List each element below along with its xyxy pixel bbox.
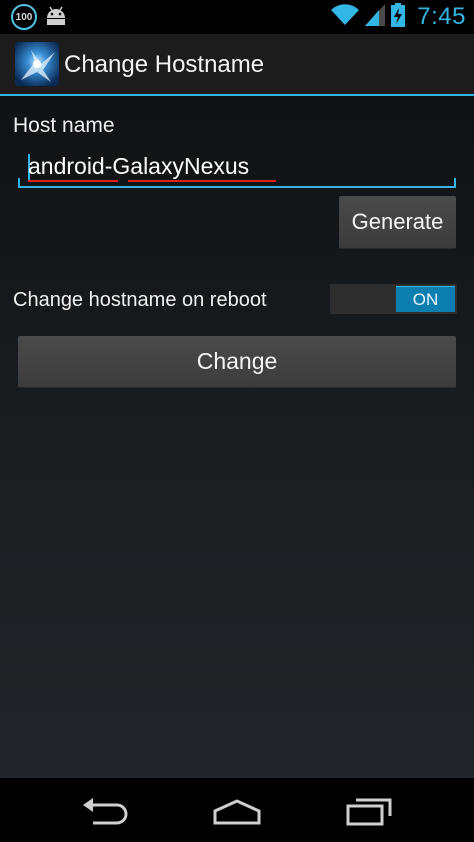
- clock: 7:45: [417, 3, 466, 30]
- toggle-on-thumb: ON: [396, 286, 455, 312]
- change-on-reboot-label: Change hostname on reboot: [13, 289, 267, 311]
- main-content: Host name android-GalaxyNexus Generate C…: [0, 96, 474, 778]
- battery-charging-icon: [391, 2, 406, 32]
- signal-icon: [365, 3, 386, 31]
- app-icon[interactable]: [15, 42, 59, 86]
- generate-button[interactable]: Generate: [339, 196, 456, 249]
- action-bar: Change Hostname: [0, 34, 474, 96]
- navigation-bar: [0, 778, 474, 842]
- spellcheck-underline: [128, 180, 276, 182]
- change-on-reboot-toggle[interactable]: ON: [330, 284, 457, 314]
- status-bar: 100 7:45: [0, 0, 474, 34]
- page-title: Change Hostname: [64, 51, 265, 78]
- hostname-value[interactable]: android-GalaxyNexus: [28, 153, 249, 180]
- battery-100-badge-icon: 100: [11, 4, 37, 30]
- host-name-label: Host name: [13, 114, 115, 137]
- home-icon[interactable]: [207, 794, 267, 828]
- hostname-input[interactable]: android-GalaxyNexus: [18, 148, 456, 188]
- android-debug-icon: [44, 4, 68, 30]
- recent-apps-icon[interactable]: [340, 794, 400, 828]
- wifi-icon: [331, 3, 360, 31]
- back-icon[interactable]: [75, 794, 135, 828]
- change-button[interactable]: Change: [18, 336, 456, 388]
- spellcheck-underline: [28, 180, 118, 182]
